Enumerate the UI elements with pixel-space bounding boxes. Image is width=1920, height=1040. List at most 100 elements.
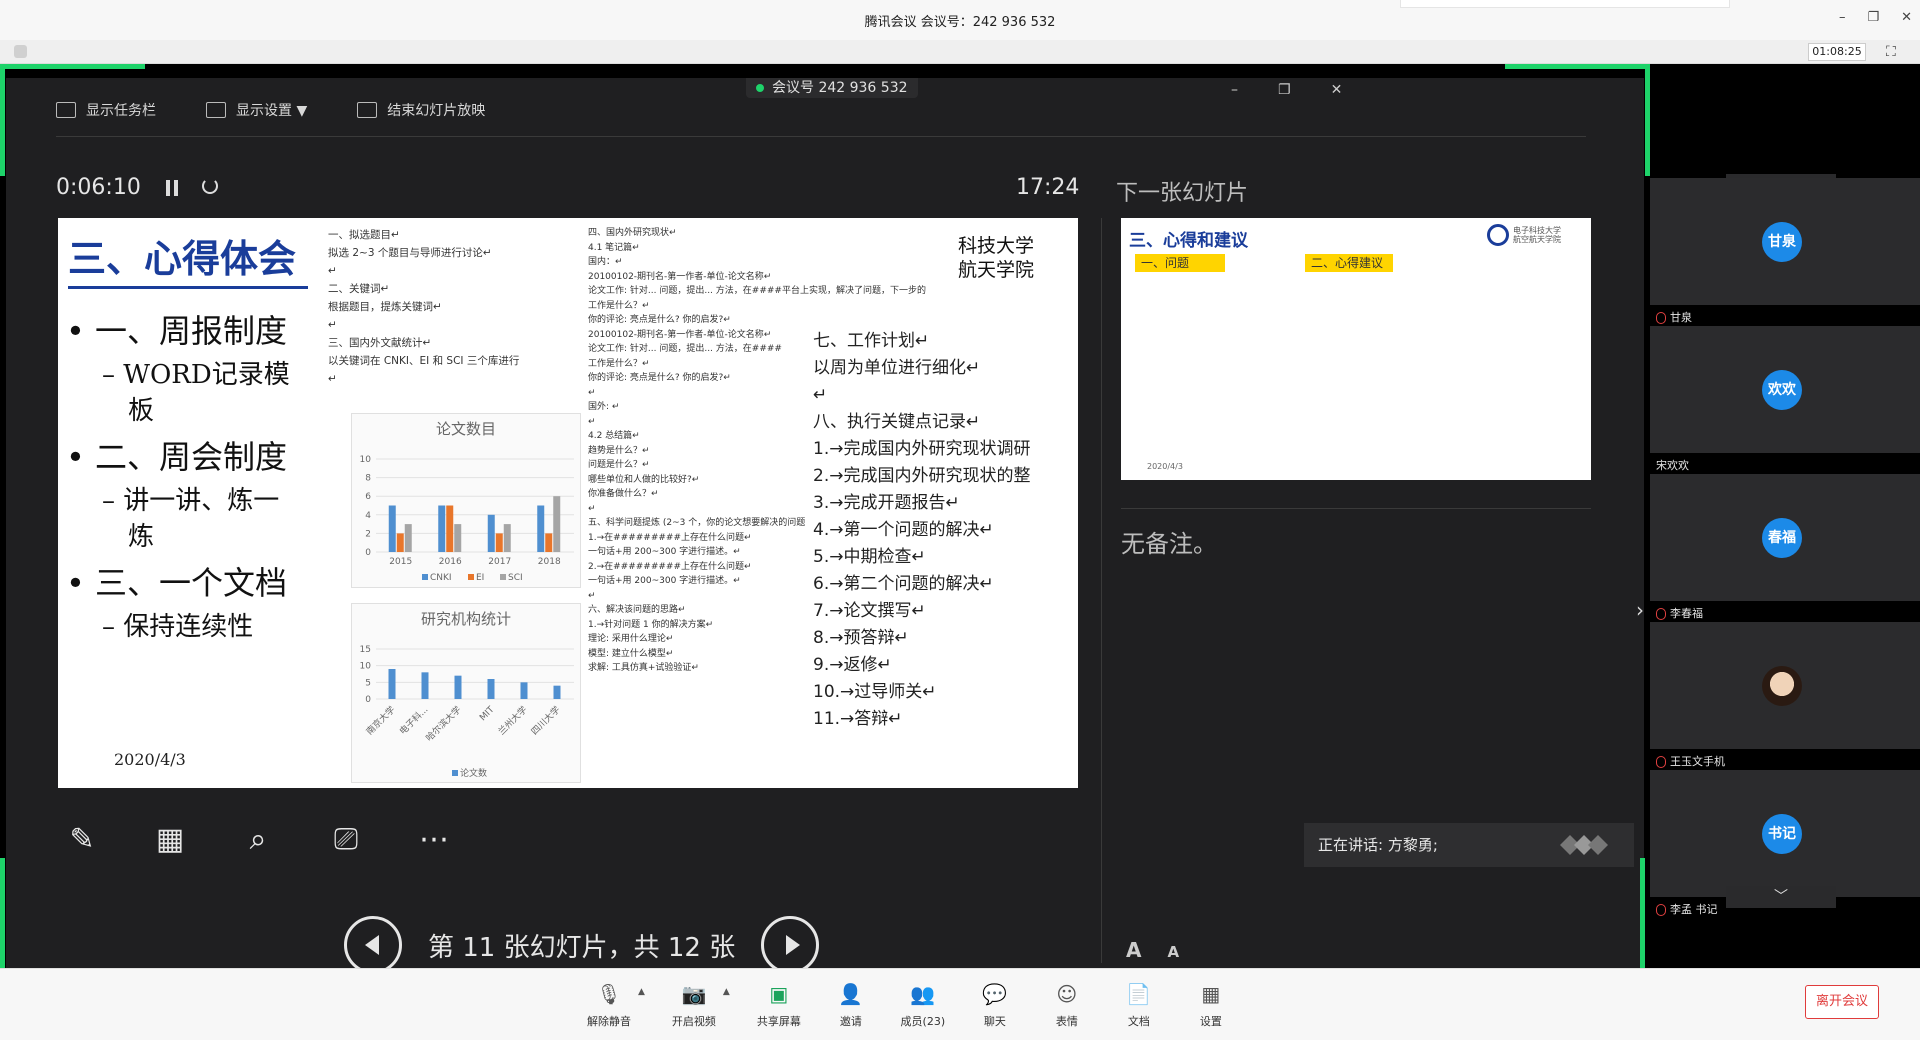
speaking-indicator: 正在讲话: 方黎勇; [1304, 823, 1634, 867]
next-slide-tag-advice: 二、心得建议 [1305, 254, 1393, 272]
y-tick-label: 5 [365, 678, 371, 688]
x-tick-label: 2018 [538, 557, 561, 567]
toolbar-divider [56, 136, 1586, 137]
display-settings-button[interactable]: 显示设置 ▼ [206, 100, 307, 120]
participant-tile[interactable]: 欢欢 宋欢欢 [1650, 326, 1920, 472]
mic-muted-icon [1656, 904, 1666, 916]
restore-button[interactable]: ❐ [1867, 10, 1879, 25]
expand-panel-icon[interactable]: › [1636, 598, 1644, 622]
participant-name: 李孟 书记 [1656, 899, 1718, 921]
font-increase-button[interactable]: A [1126, 938, 1141, 962]
slide-bullet: – 保持连续性 [102, 612, 254, 642]
legend-swatch [452, 770, 458, 776]
bar [446, 505, 454, 552]
toolbar-members-button[interactable]: 👥 成员(23) [900, 981, 946, 1029]
toolbar-label: 文档 [1127, 1015, 1150, 1028]
bar [454, 675, 462, 699]
participant-tile[interactable]: 春福 李春福 [1650, 474, 1920, 620]
y-tick-label: 2 [365, 529, 371, 539]
participant-tile[interactable]: 甘泉 甘泉 [1650, 178, 1920, 324]
bar [396, 533, 404, 552]
presenter-toolbar: 显示任务栏 显示设置 ▼ 结束幻灯片放映 [56, 100, 485, 120]
x-tick-label: MIT [478, 705, 497, 724]
caret-up-icon[interactable]: ▲ [638, 987, 645, 1029]
slides-grid-icon[interactable]: ▦ [146, 816, 194, 864]
live-dot-icon [756, 84, 764, 92]
next-slide-preview[interactable]: 三、心得和建议 一、问题 二、心得建议 电子科技大学 航空航天学院 2020/4… [1121, 218, 1591, 480]
doc-line: 10.→过导师关↵ [813, 682, 937, 702]
close-button[interactable]: ✕ [1901, 10, 1912, 25]
toolbar-video-off-button[interactable]: 📷 开启视频 [671, 981, 717, 1029]
font-decrease-button[interactable]: A [1167, 938, 1179, 962]
previous-slide-button[interactable] [344, 916, 402, 974]
mic-muted-icon [1656, 312, 1666, 324]
doc-line: 4.1 笔记篇↵ [588, 242, 640, 253]
share-minimize-button[interactable]: – [1231, 82, 1238, 98]
participant-tile[interactable]: 王玉文手机 [1650, 622, 1920, 768]
leave-meeting-button[interactable]: 离开会议 [1805, 985, 1879, 1019]
current-slide[interactable]: 三、心得体会 • 一、周报制度 – WORD记录模 板 • 二、周会制度 – 讲… [58, 218, 1078, 788]
bar [438, 505, 446, 552]
next-slide-button[interactable] [761, 916, 820, 974]
legend-swatch [500, 574, 506, 580]
doc-line: 8.→预答辩↵ [813, 628, 909, 648]
slide-counter: 第 11 张幻灯片，共 12 张 [428, 927, 735, 976]
toolbar-emoji-button[interactable]: ☺ 表情 [1044, 981, 1090, 1029]
doc-column-1: 一、拟选题目↵ 拟选 2~3 个题目与导师进行讨论↵ ↵ 二、关键词↵ 根据题目，提炼关… [328, 226, 519, 388]
minimize-button[interactable]: – [1839, 10, 1846, 25]
fullscreen-icon[interactable]: ⛶ [1886, 44, 1896, 60]
title-search-stub [1400, 0, 1730, 8]
bar [487, 679, 495, 699]
end-slideshow-button[interactable]: 结束幻灯片放映 [357, 100, 485, 120]
legend-label: EI [476, 573, 484, 583]
share-border-icon [0, 64, 5, 176]
notes-divider [1121, 508, 1591, 509]
pen-icon[interactable]: ✎ [58, 816, 106, 864]
y-tick-label: 15 [360, 645, 371, 655]
y-tick-label: 8 [365, 474, 371, 484]
toolbar-settings-button[interactable]: ▦ 设置 [1188, 981, 1234, 1029]
next-slide-tag-problem: 一、问题 [1135, 254, 1225, 272]
avatar: 甘泉 [1762, 222, 1802, 262]
chevron-right-icon [786, 935, 801, 955]
x-tick-label: 四川大学 [528, 703, 562, 737]
caret-up-icon[interactable]: ▲ [723, 987, 730, 1029]
toolbar-invite-button[interactable]: 👤 邀请 [828, 981, 874, 1029]
toolbar-share-screen-button[interactable]: ▣ 共享屏幕 [756, 981, 802, 1029]
toolbar-label: 解除静音 [587, 1015, 631, 1028]
more-icon[interactable]: ⋯ [410, 816, 458, 864]
toolbar-mic-muted-button[interactable]: 🎙 解除静音 [586, 981, 632, 1029]
bar [503, 524, 511, 552]
pause-icon[interactable] [166, 180, 178, 196]
avatar: 春福 [1762, 518, 1802, 558]
next-slide-title: 三、心得和建议 [1129, 231, 1248, 251]
window-titlebar: 腾讯会议 会议号：242 936 532 – ❐ ✕ [0, 0, 1920, 40]
doc-line: 工作是什么？↵ [588, 300, 650, 311]
zoom-icon[interactable]: ⌕ [234, 816, 282, 864]
next-slide-logo-text: 电子科技大学 航空航天学院 [1513, 226, 1561, 244]
slide-title-underline [68, 286, 308, 289]
doc-line: 5.→中期检查↵ [813, 547, 926, 567]
share-close-button[interactable]: ✕ [1331, 82, 1343, 98]
shield-icon[interactable] [14, 45, 27, 58]
share-restore-button[interactable]: ❐ [1278, 82, 1291, 98]
toolbar-document-button[interactable]: 📄 文档 [1116, 981, 1162, 1029]
shared-screen: 会议号 242 936 532 显示任务栏 显示设置 ▼ 结束幻灯片放映 – ❐… [0, 64, 1650, 976]
papers-chart-svg: 0 2 4 6 8 10 2015 2016 2017 2018 CNKI EI SCI [360, 455, 574, 583]
chevron-left-icon [365, 935, 379, 955]
next-slide-date: 2020/4/3 [1147, 462, 1183, 471]
presenter-tools: ✎ ▦ ⌕ ⎚ ⋯ [58, 816, 458, 864]
doc-line: 6.→第二个问题的解决↵ [813, 574, 994, 594]
chat-icon: 💬 [982, 982, 1008, 1006]
bar [487, 514, 495, 552]
reset-timer-icon[interactable] [202, 178, 218, 194]
institutions-chart: 研究机构统计 0 5 10 15 南京大学 电子科... 哈尔滨大学 MIT 兰州大学 四川大学论… [351, 603, 581, 783]
pointer-screen-icon[interactable]: ⎚ [322, 816, 370, 864]
doc-line: 11.→答辩↵ [813, 709, 903, 729]
show-taskbar-button[interactable]: 显示任务栏 [56, 100, 156, 120]
participant-tile[interactable]: 书记 李孟 书记 [1650, 770, 1920, 916]
slide-bullet: 板 [128, 396, 155, 426]
slide-bullet: – WORD记录模 [102, 360, 290, 390]
scroll-down-button[interactable]: ﹀ [1726, 886, 1836, 908]
toolbar-chat-button[interactable]: 💬 聊天 [972, 981, 1018, 1029]
